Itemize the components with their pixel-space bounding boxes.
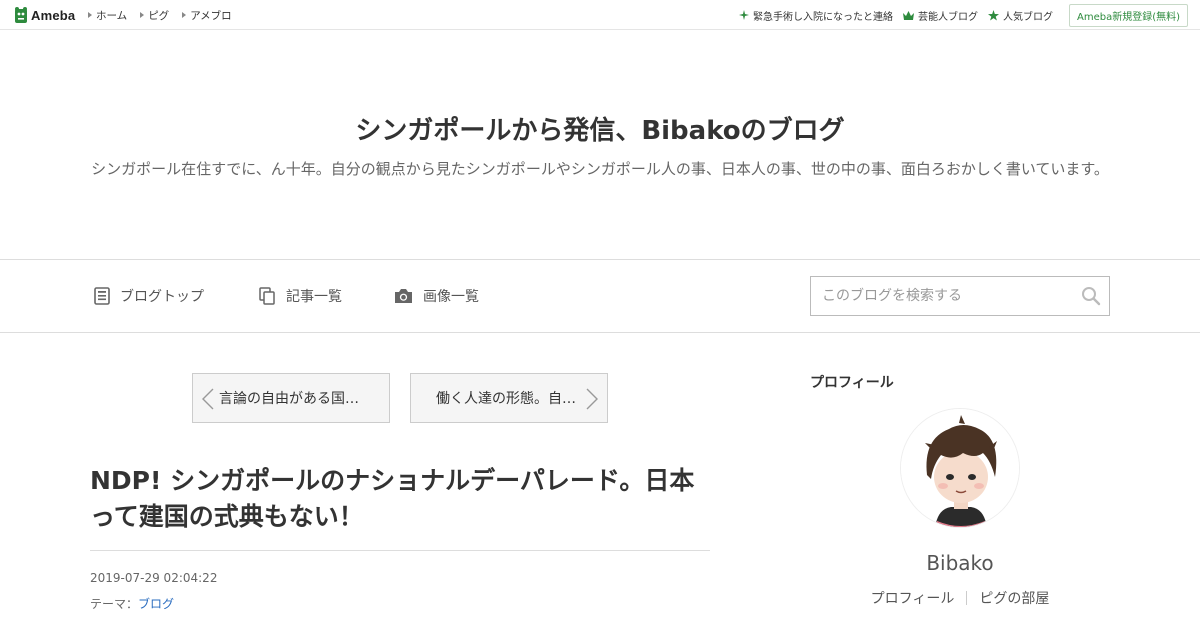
nav-image-list[interactable]: 画像一覧 bbox=[394, 286, 479, 306]
star-icon bbox=[987, 9, 999, 21]
trending-news-label: 緊急手術し入院になったと連絡 bbox=[752, 11, 893, 23]
search-input[interactable] bbox=[811, 277, 1071, 315]
blog-search bbox=[810, 276, 1110, 316]
article-date: 2019-07-29 02:04:22 bbox=[90, 571, 218, 585]
blog-description: シンガポール在住すでに、ん十年。自分の観点から見たシンガポールやシンガポール人の… bbox=[91, 160, 1109, 178]
copy-icon bbox=[259, 287, 275, 305]
nav-blog-top[interactable]: ブログトップ bbox=[94, 286, 204, 306]
global-header-right: 緊急手術し入院になったと連絡 芸能人ブログ 人気ブログ Ameba新規登録(無料… bbox=[729, 0, 1188, 30]
article-theme-label: テーマ： bbox=[90, 597, 139, 611]
document-icon bbox=[94, 287, 110, 305]
pigg-room-link[interactable]: ピグの部屋 bbox=[979, 588, 1049, 608]
global-nav-pigg-label: ピグ bbox=[148, 9, 170, 22]
prev-article-button[interactable]: 言論の自由がある国… bbox=[192, 373, 390, 423]
global-nav-pigg[interactable]: ピグ bbox=[140, 8, 169, 23]
trending-news-link[interactable]: 緊急手術し入院になったと連絡 bbox=[738, 8, 893, 23]
global-nav: ホーム ピグ アメブロ bbox=[88, 0, 245, 30]
camera-icon bbox=[395, 289, 412, 303]
profile-name[interactable]: Bibako bbox=[810, 551, 1110, 575]
crown-icon bbox=[902, 10, 914, 20]
caret-right-icon bbox=[182, 12, 187, 18]
article-theme: テーマ：ブログ bbox=[90, 595, 174, 612]
prev-article-label: 言論の自由がある国… bbox=[219, 391, 359, 407]
avatar-illustration bbox=[901, 409, 1019, 527]
article-divider bbox=[90, 550, 710, 551]
profile-avatar[interactable] bbox=[900, 408, 1020, 528]
chevron-right-icon bbox=[586, 388, 598, 410]
link-divider bbox=[966, 591, 968, 605]
search-icon[interactable] bbox=[1081, 286, 1101, 306]
nav-article-list[interactable]: 記事一覧 bbox=[259, 286, 342, 306]
article-theme-link[interactable]: ブログ bbox=[138, 597, 174, 611]
celebrity-blog-label: 芸能人ブログ bbox=[917, 11, 978, 23]
next-article-button[interactable]: 働く人達の形態。自… bbox=[410, 373, 608, 423]
global-nav-ameblo[interactable]: アメブロ bbox=[182, 8, 232, 23]
profile-heading: プロフィール bbox=[810, 375, 894, 391]
celebrity-blog-link[interactable]: 芸能人ブログ bbox=[902, 8, 978, 23]
nav-image-list-label: 画像一覧 bbox=[423, 289, 479, 305]
sparkle-icon bbox=[738, 10, 749, 20]
register-button[interactable]: Ameba新規登録(無料) bbox=[1068, 3, 1188, 27]
article-title[interactable]: NDP! シンガポールのナショナルデーパレード。日本って建国の式典もない！ bbox=[90, 463, 710, 535]
global-nav-home[interactable]: ホーム bbox=[88, 8, 127, 23]
ameba-logo-icon bbox=[15, 7, 27, 23]
global-header: Ameba ホーム ピグ アメブロ 緊急手術し入院になったと連絡 芸能人ブログ bbox=[0, 0, 1200, 30]
profile-link[interactable]: プロフィール bbox=[871, 588, 955, 608]
ameba-logo[interactable]: Ameba bbox=[14, 6, 75, 24]
chevron-left-icon bbox=[202, 388, 214, 410]
blog-header: シンガポールから発信、Bibakoのブログ シンガポール在住すでに、ん十年。自分… bbox=[0, 30, 1200, 259]
ameba-logo-text: Ameba bbox=[31, 7, 76, 23]
caret-right-icon bbox=[140, 12, 145, 18]
popular-blog-label: 人気ブログ bbox=[1002, 11, 1053, 23]
blog-nav: ブログトップ 記事一覧 画像一覧 bbox=[0, 259, 1200, 333]
popular-blog-link[interactable]: 人気ブログ bbox=[987, 8, 1053, 23]
profile-links: プロフィール ピグの部屋 bbox=[810, 588, 1110, 608]
blog-title[interactable]: シンガポールから発信、Bibakoのブログ bbox=[0, 110, 1200, 147]
global-nav-home-label: ホーム bbox=[96, 9, 128, 22]
next-article-label: 働く人達の形態。自… bbox=[436, 391, 576, 407]
caret-right-icon bbox=[88, 12, 92, 18]
nav-blog-top-label: ブログトップ bbox=[120, 289, 204, 305]
nav-article-list-label: 記事一覧 bbox=[286, 289, 342, 305]
global-nav-ameblo-label: アメブロ bbox=[190, 9, 232, 22]
